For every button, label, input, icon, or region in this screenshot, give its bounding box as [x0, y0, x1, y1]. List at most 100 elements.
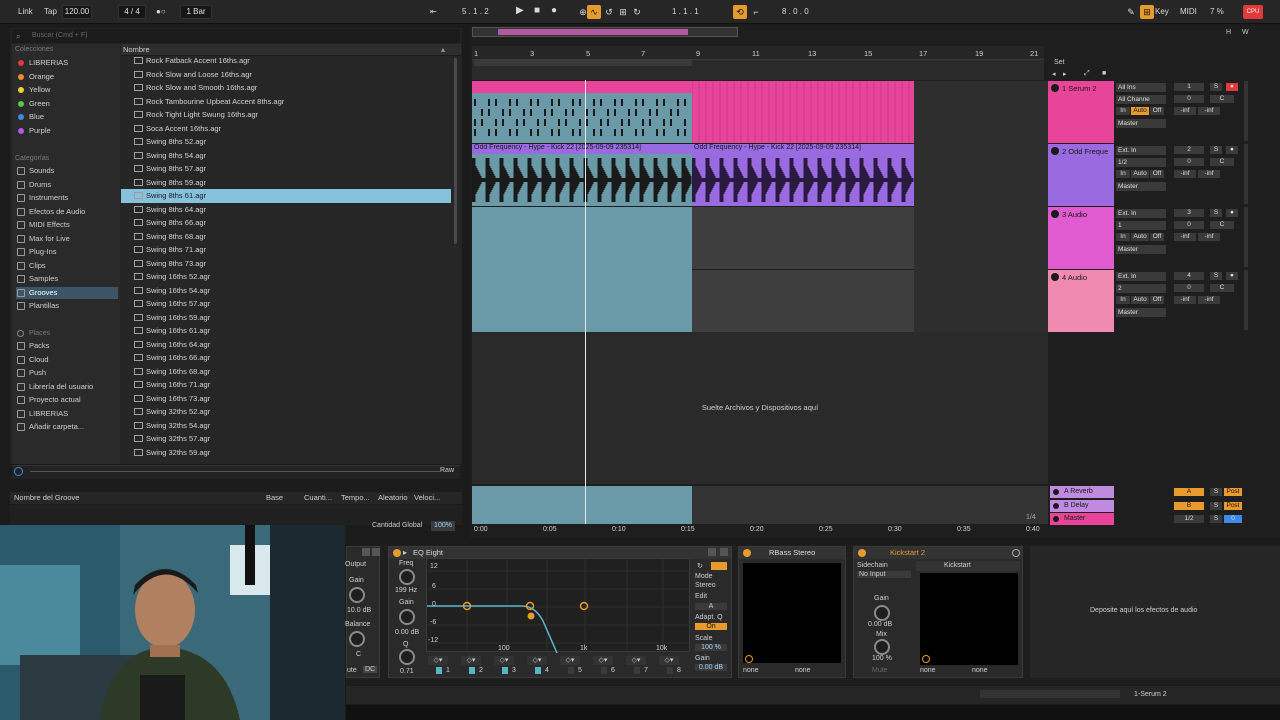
input-type-select[interactable]: All Ins [1116, 83, 1166, 92]
audio-clip-1[interactable]: Odd Frequency - Hype - Kick 22 [2025-09-… [472, 144, 692, 206]
category-midi-effects[interactable]: MIDI Effects [16, 219, 118, 231]
place-item[interactable]: LIBRERIAS [16, 408, 118, 420]
eq-graph[interactable] [426, 558, 691, 654]
category-plug-ins[interactable]: Plug-Ins [16, 246, 118, 258]
band-toggle[interactable] [634, 667, 640, 674]
return-track-header[interactable]: B Delay [1050, 499, 1114, 512]
input-channel-select[interactable]: All Channe [1116, 95, 1166, 104]
file-row[interactable]: Swing 16ths 57.agr [121, 297, 451, 311]
midi-clip-2[interactable] [692, 81, 914, 143]
monitor-in-button[interactable]: In [1116, 170, 1130, 178]
freq-knob[interactable] [399, 569, 415, 585]
edit-button[interactable]: A [695, 603, 727, 610]
eq-gain-value[interactable]: 0.00 dB [395, 629, 419, 636]
track-fold-icon[interactable] [1051, 210, 1059, 218]
balance-value[interactable]: C [356, 651, 361, 658]
kickstart-param-1[interactable]: none [920, 667, 936, 674]
track-fold-icon[interactable] [1051, 273, 1059, 281]
band-filter-type[interactable]: ◇▾ [560, 656, 580, 665]
file-row[interactable]: Swing 16ths 54.agr [121, 284, 451, 298]
arm-button[interactable]: ● [1226, 272, 1238, 280]
output-select[interactable]: Master [1116, 119, 1166, 128]
track-activator[interactable]: 4 [1174, 272, 1204, 280]
hide-overview-icon[interactable]: H [1226, 29, 1231, 36]
return-track-header[interactable]: A Reverb [1050, 486, 1114, 498]
loop-start[interactable]: 1 . 1 . 1 [672, 6, 712, 18]
kickstart-title[interactable]: Kickstart 2 [854, 547, 1022, 559]
tempo-field[interactable]: 120.00 [62, 5, 92, 19]
solo-button[interactable]: S [1210, 272, 1222, 280]
input-channel-select[interactable]: 1 [1116, 221, 1166, 230]
mute-button[interactable]: ute [347, 667, 357, 674]
return-solo[interactable]: S [1210, 515, 1222, 523]
file-row[interactable]: Rock Fatback Accent 16ths.agr [121, 54, 451, 68]
band-toggle[interactable] [436, 667, 442, 674]
time-signature-field[interactable]: 4 / 4 [118, 5, 146, 19]
locator-prev-icon[interactable]: ◂ [1052, 70, 1056, 78]
file-row[interactable]: Rock Slow and Smooth 16ths.agr [121, 81, 451, 95]
file-row[interactable]: Swing 16ths 68.agr [121, 365, 451, 379]
global-amount-value[interactable]: 100% [431, 521, 455, 531]
eq-fold-icon[interactable]: ▸ [403, 548, 407, 557]
category-samples[interactable]: Samples [16, 273, 118, 285]
expand-icon[interactable]: ⤢ [1084, 70, 1090, 78]
kick-mix-knob[interactable] [874, 639, 890, 655]
rbass-param-2[interactable]: none [795, 667, 811, 674]
file-row[interactable]: Swing 8ths 54.agr [121, 149, 451, 163]
kickstart-power-icon[interactable] [858, 549, 866, 557]
file-row[interactable]: Swing 8ths 71.agr [121, 243, 451, 257]
return-track-header[interactable]: Master [1050, 513, 1114, 525]
pan-field[interactable]: C [1210, 284, 1234, 292]
solo-button[interactable]: S [1210, 146, 1222, 154]
preview-scrubber[interactable] [12, 465, 460, 479]
input-type-select[interactable]: Ext. In [1116, 209, 1166, 218]
input-channel-select[interactable]: 2 [1116, 284, 1166, 293]
track-fold-icon[interactable] [1051, 84, 1059, 92]
monitor-in-button[interactable]: In [1116, 107, 1130, 115]
file-row[interactable]: Swing 8ths 73.agr [121, 257, 451, 271]
place-item[interactable]: Proyecto actual [16, 394, 118, 406]
return-fold-icon[interactable] [1053, 516, 1059, 522]
midi-map-button[interactable]: MIDI [1180, 6, 1197, 18]
file-row[interactable]: Swing 16ths 64.agr [121, 338, 451, 352]
utility-gain-knob[interactable] [349, 587, 365, 603]
input-channel-select[interactable]: 1/2 [1116, 158, 1166, 167]
collection-green[interactable]: Green [16, 98, 118, 110]
midi-clip-1[interactable] [472, 81, 692, 143]
return-fold-icon[interactable] [1053, 502, 1059, 509]
monitor-auto-button[interactable]: Auto [1131, 170, 1149, 178]
output-select[interactable]: Master [1116, 245, 1166, 254]
rbass-param-1[interactable]: none [743, 667, 759, 674]
volume-field[interactable]: 0 [1174, 284, 1204, 292]
monitor-off-button[interactable]: Off [1150, 233, 1164, 241]
file-row[interactable]: Swing 16ths 52.agr [121, 270, 451, 284]
rbass-param-icon[interactable] [745, 655, 753, 663]
band-toggle[interactable] [535, 667, 541, 674]
file-row[interactable]: Soca Accent 16ths.agr [121, 122, 451, 136]
track-activator[interactable]: 2 [1174, 146, 1204, 154]
place-item[interactable]: Packs [16, 340, 118, 352]
category-drums[interactable]: Drums [16, 179, 118, 191]
balance-knob[interactable] [349, 631, 365, 647]
file-row[interactable]: Rock Tight Light Swung 16ths.agr [121, 108, 451, 122]
kick-gain-knob[interactable] [874, 605, 890, 621]
kickstart-param-icon[interactable] [922, 655, 930, 663]
file-row[interactable]: Swing 16ths 71.agr [121, 378, 451, 392]
category-grooves[interactable]: Grooves [16, 286, 118, 299]
locator-next-icon[interactable]: ▸ [1063, 70, 1067, 78]
place-item[interactable]: Librería del usuario [16, 381, 118, 393]
dc-button[interactable]: DC [363, 666, 378, 673]
stop-icon[interactable]: ■ [534, 5, 540, 17]
band-filter-type[interactable]: ◇▾ [494, 656, 514, 665]
return-mode[interactable]: 0 [1224, 515, 1242, 523]
track-activator[interactable]: 1 [1174, 83, 1204, 91]
band-toggle[interactable] [469, 667, 475, 674]
play-icon[interactable]: ▶ [516, 5, 524, 17]
band-filter-type[interactable]: ◇▾ [626, 656, 646, 665]
return-activator[interactable]: B [1174, 501, 1204, 510]
locator-set-icon[interactable]: ■ [1102, 70, 1106, 77]
return-mode[interactable]: Post [1224, 488, 1242, 496]
file-list-scrollbar[interactable] [454, 58, 457, 244]
draw-mode-icon[interactable]: ✎ [1124, 5, 1138, 19]
monitor-in-button[interactable]: In [1116, 233, 1130, 241]
